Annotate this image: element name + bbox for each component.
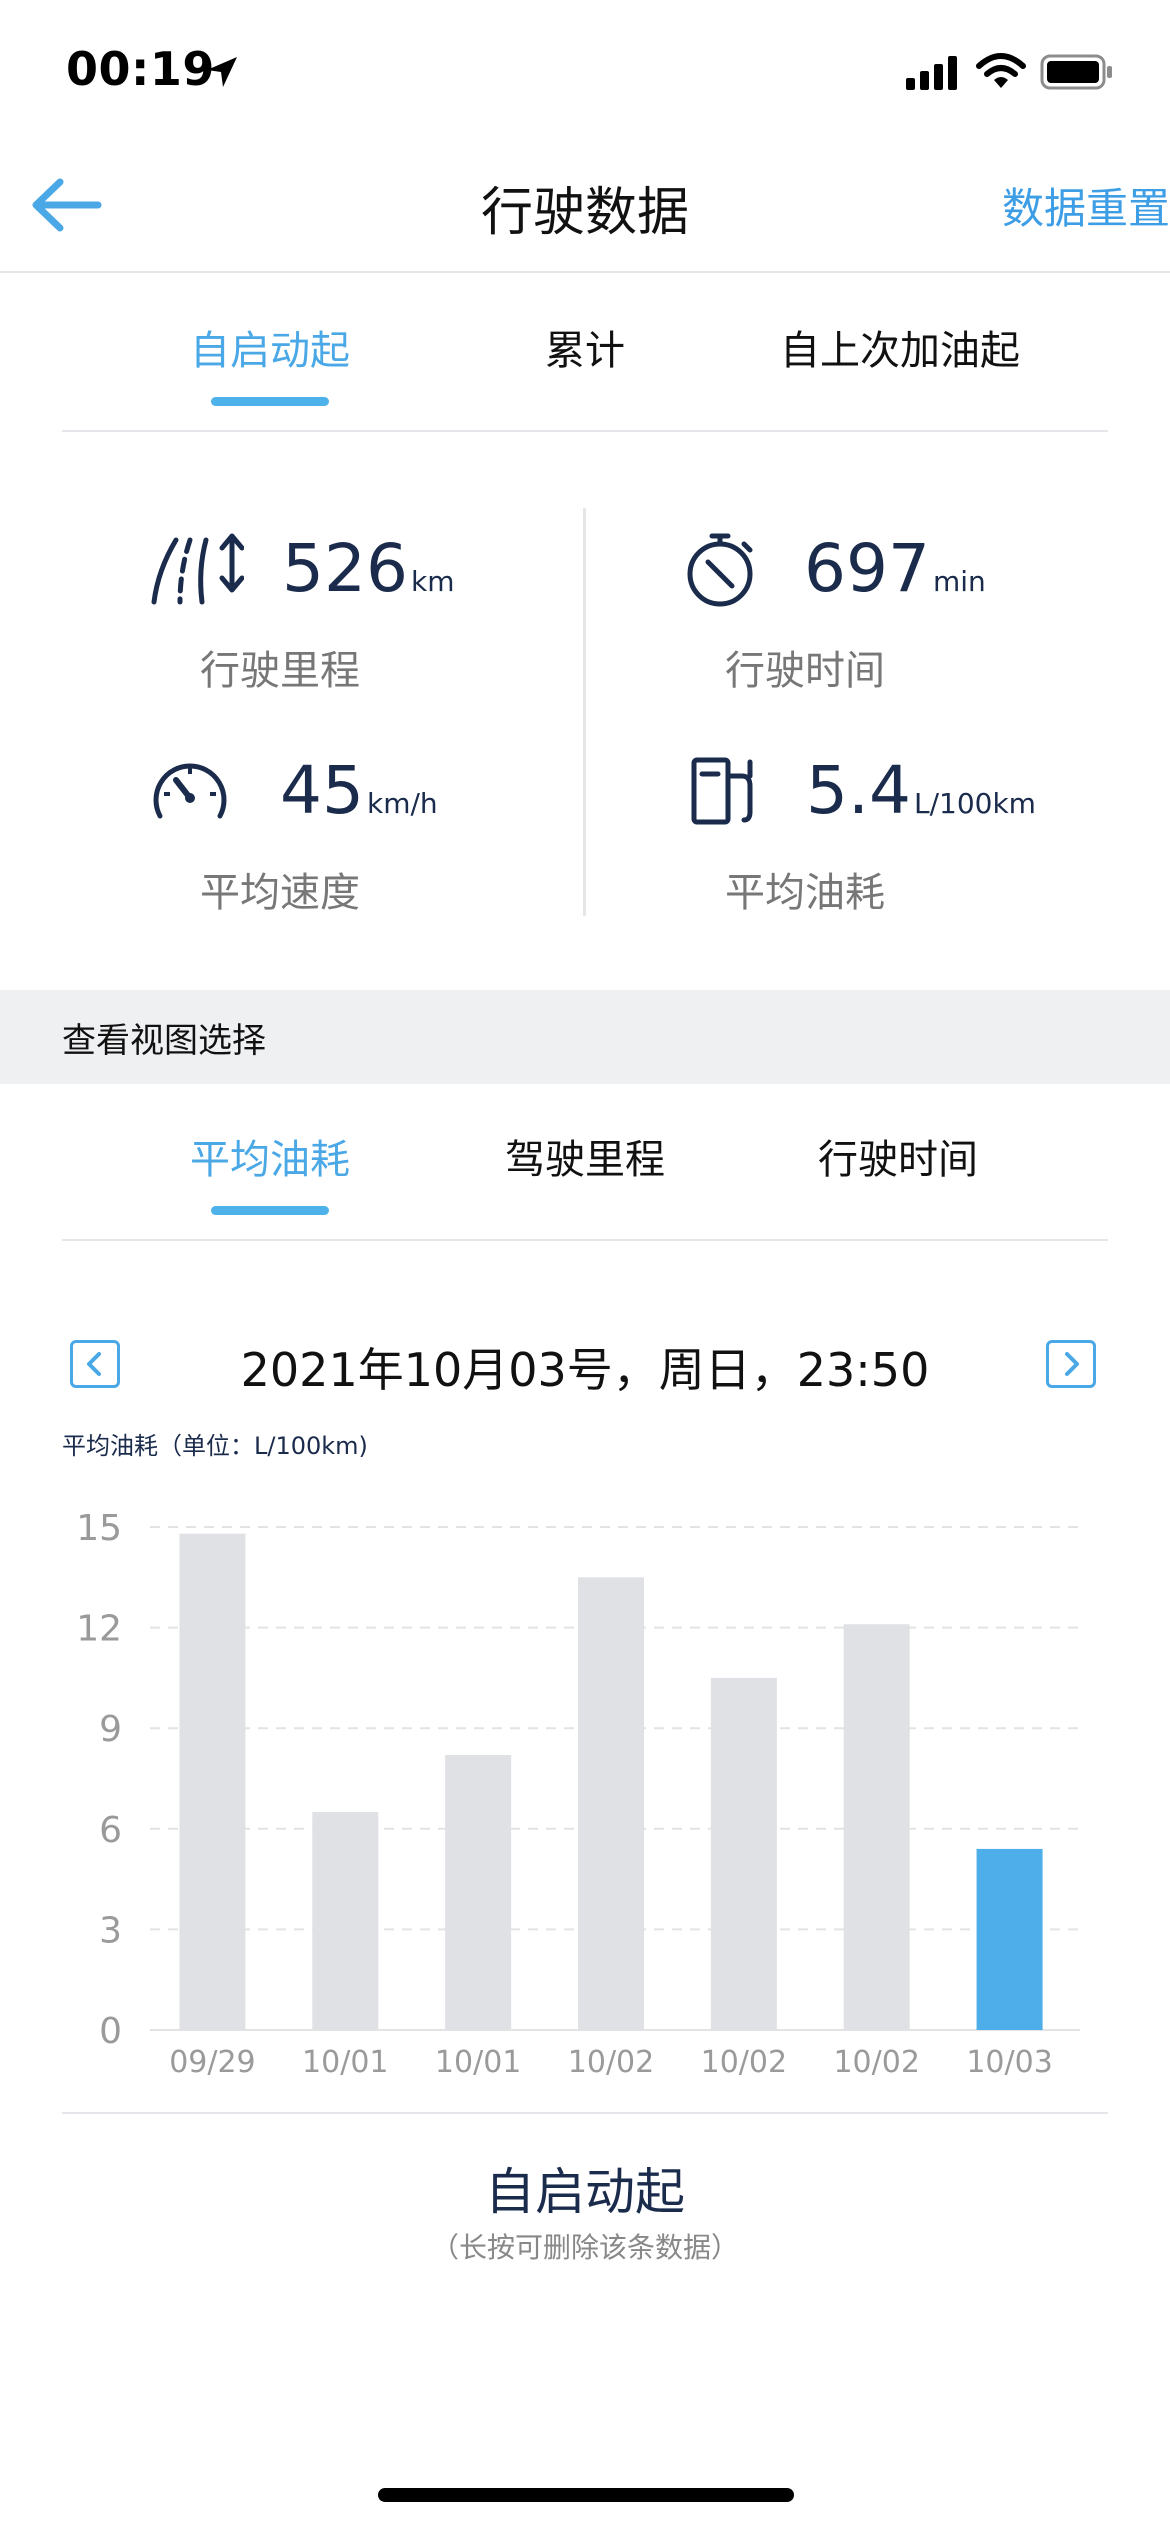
x-tick-label: 10/02 [701,2045,787,2080]
location-arrow-icon [204,54,240,94]
fuel-pump-icon [690,754,760,830]
road-distance-icon [150,530,245,610]
stats-divider [583,508,586,916]
chart-bar[interactable] [312,1812,379,2030]
chevron-right-icon [1065,1352,1079,1376]
x-tick-label: 10/01 [435,2045,521,2080]
fuel-label: 平均油耗 [725,870,885,916]
y-tick-label: 3 [99,1910,122,1951]
time-value: 697 min [804,530,986,607]
chart-bar[interactable] [179,1533,246,2030]
home-indicator[interactable] [378,2488,794,2502]
chart-bar[interactable] [976,1848,1043,2030]
chart-bar[interactable] [578,1577,644,2030]
fuel-bar-chart: 0 3 6 9 12 15 09/29 10/01 10/01 10/02 10/02 10/02 10… [76,1508,1080,2080]
chart-title: 平均油耗（单位：L/100km) [62,1432,368,1460]
tab-driving-time[interactable]: 行驶时间 [798,1127,998,1185]
bottom-hint: （长按可删除该条数据） [430,2231,739,2264]
tab-since-refuel[interactable]: 自上次加油起 [740,318,1060,376]
distance-value: 526 km [282,530,455,607]
y-tick-label: 9 [99,1709,122,1750]
bottom-divider [62,2112,1108,2114]
stopwatch-icon [684,528,760,612]
y-tick-label: 0 [99,2011,122,2052]
chart-bar[interactable] [843,1624,910,2030]
x-tick-label: 10/01 [302,2045,388,2080]
chart-bar[interactable] [710,1677,777,2030]
nav-divider [0,271,1170,273]
chart-bar[interactable] [445,1755,512,2030]
view-select-label: 查看视图选择 [62,1021,266,1061]
fuel-value: 5.4 L/100km [806,752,1036,829]
y-tick-label: 12 [76,1609,122,1650]
bottom-title: 自启动起 [485,2163,685,2221]
tab-since-start[interactable]: 自启动起 [170,318,370,376]
reset-data-button[interactable]: 数据重置 [1002,175,1170,236]
tab-driving-distance[interactable]: 驾驶里程 [485,1127,685,1185]
next-date-button[interactable] [1046,1340,1096,1388]
x-tick-label: 10/02 [833,2045,919,2080]
x-tick-label: 09/29 [169,2045,255,2080]
date-text: 2021年10月03号，周日，23:50 [240,1343,930,1397]
tab-cumulative[interactable]: 累计 [485,318,685,376]
wifi-icon [976,52,1026,94]
y-tick-label: 6 [99,1810,122,1851]
x-tick-label: 10/02 [568,2045,654,2080]
page-title: 行驶数据 [480,183,689,243]
time-unit: min [932,565,986,598]
tabs-divider [62,430,1108,432]
speed-value: 45 km/h [280,752,438,829]
tab-indicator [211,397,329,406]
view-tab-indicator [211,1206,329,1215]
distance-label: 行驶里程 [200,648,360,694]
distance-unit: km [410,565,455,598]
time-label: 行驶时间 [725,648,885,694]
x-tick-label: 10/03 [966,2045,1052,2080]
cellular-signal-icon [906,56,960,94]
y-tick-label: 15 [76,1508,122,1549]
battery-icon [1040,54,1114,94]
status-time: 00:19 [66,42,215,96]
speed-unit: km/h [366,787,438,820]
tab-avg-fuel[interactable]: 平均油耗 [170,1127,370,1185]
speed-label: 平均速度 [200,870,360,916]
fuel-unit: L/100km [913,787,1036,820]
view-tabs-divider [62,1239,1108,1241]
speedometer-icon [150,756,230,830]
